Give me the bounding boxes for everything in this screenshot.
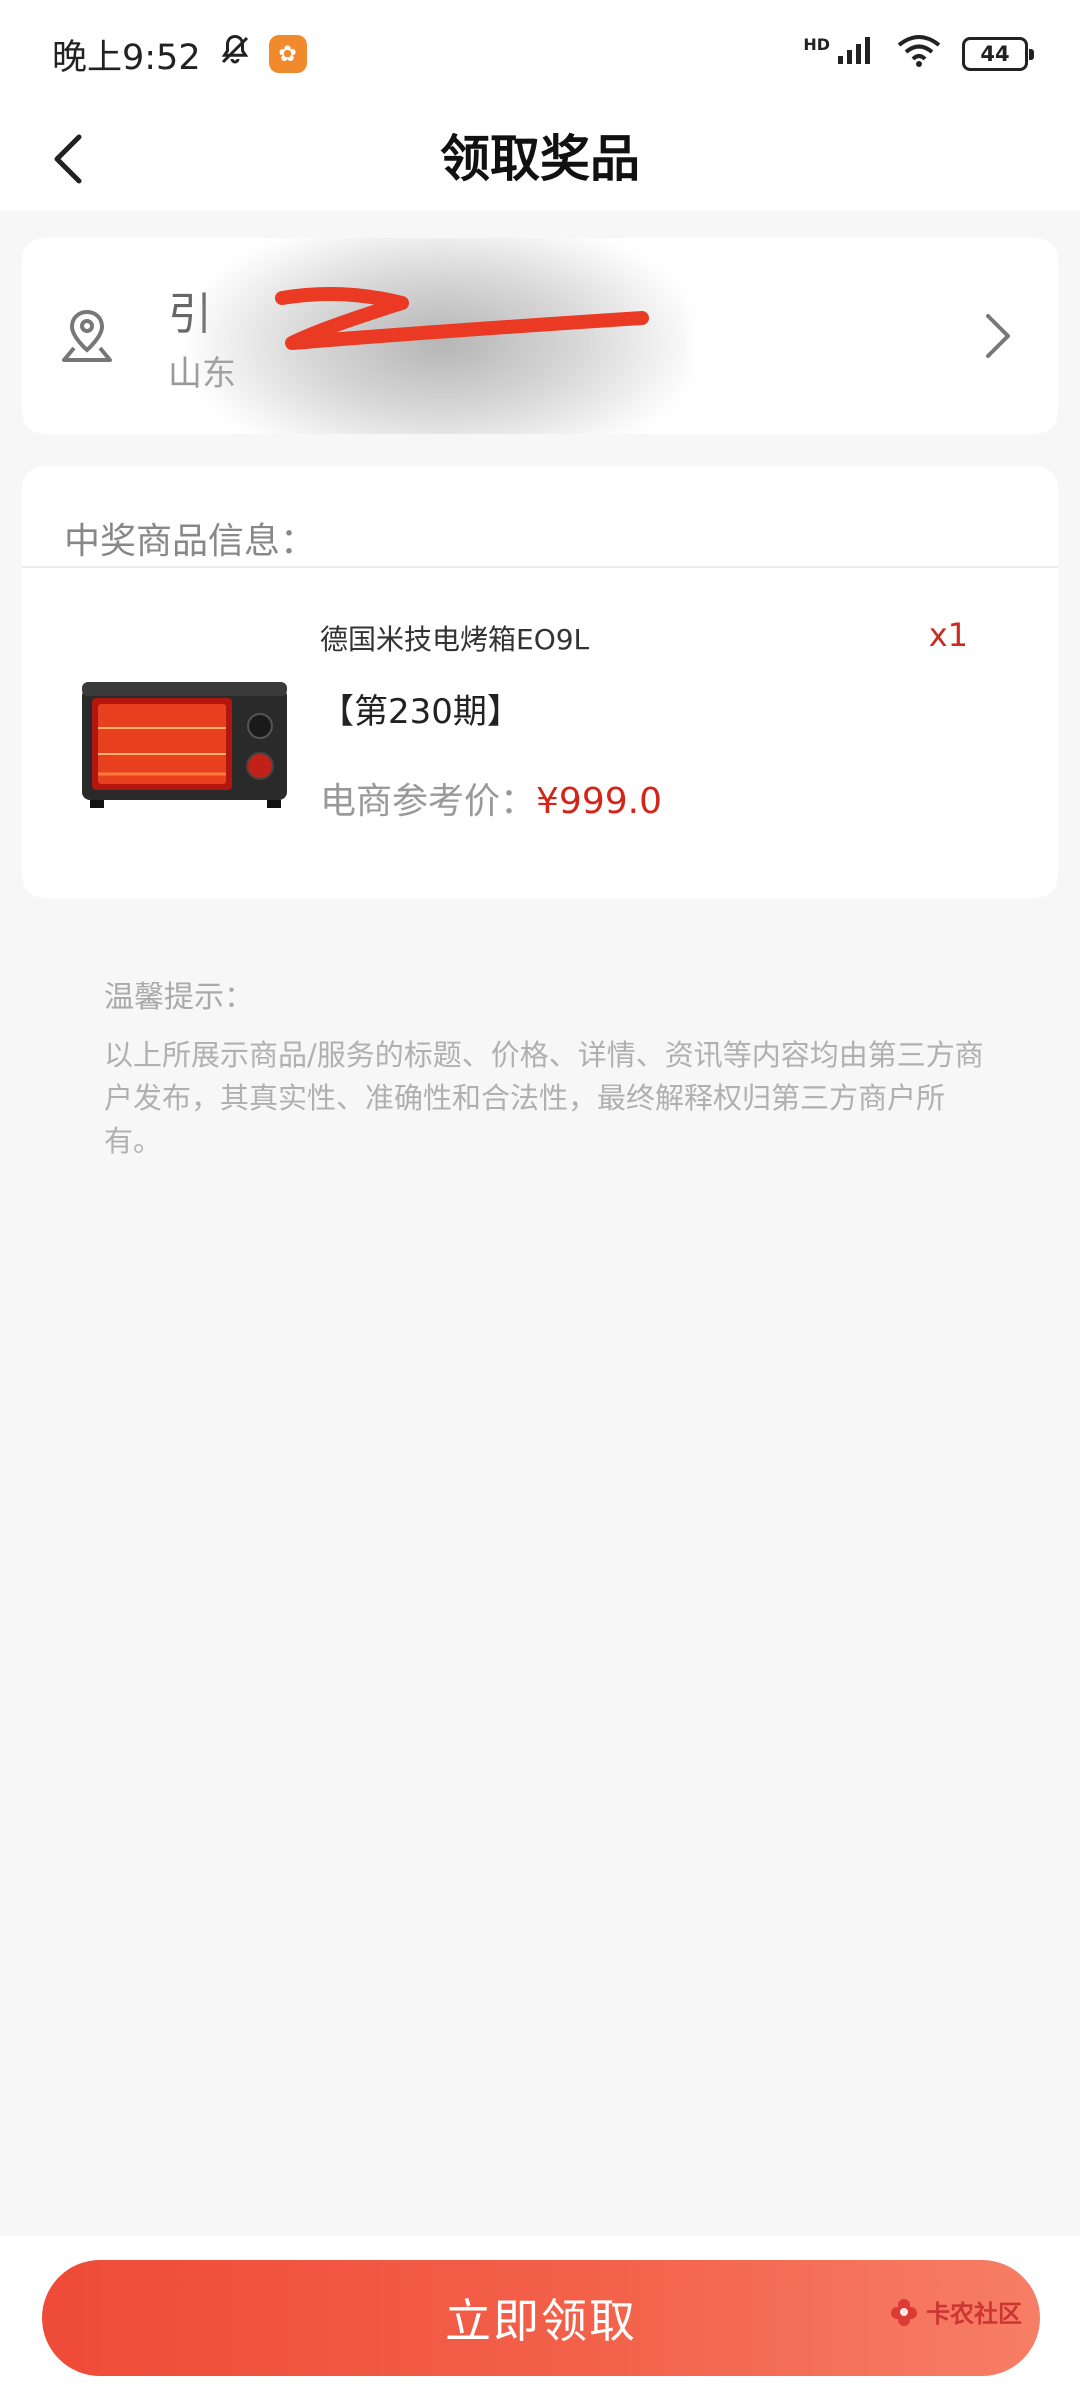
battery-indicator: 44 — [962, 37, 1034, 71]
chevron-left-icon — [54, 134, 82, 184]
price-label: 电商参考价： — [320, 781, 537, 822]
notice-text: 以上所展示商品/服务的标题、价格、详情、资讯等内容均由第三方商户发布，其真实性、… — [104, 1038, 984, 1158]
redaction-scribble — [275, 287, 649, 350]
product-image-oven — [82, 682, 287, 808]
status-left: 晚上9:52 ✿ — [52, 29, 307, 80]
prize-card: 中奖商品信息： 德国米技电烤箱EO9L x1 【第230期】 电商参考价： ¥9… — [22, 466, 1058, 898]
page-title: 领取奖品 — [440, 130, 640, 188]
product-period: 【第230期】 — [320, 692, 521, 732]
bell-muted-icon — [217, 32, 253, 77]
prize-section-header: 中奖商品信息： — [64, 521, 317, 562]
signal-icon — [836, 34, 876, 75]
location-pin-icon — [62, 309, 112, 362]
wifi-icon — [896, 33, 942, 76]
address-card[interactable]: 引 山东 — [22, 238, 1058, 434]
nav-bar: 领取奖品 — [0, 108, 1080, 210]
status-time: 晚上9:52 — [52, 37, 201, 78]
status-bar: 晚上9:52 ✿ HD 44 — [0, 0, 1080, 108]
divider — [22, 566, 1058, 568]
bottom-bar: 立即领取 卡农社区 — [0, 2236, 1080, 2400]
product-name: 德国米技电烤箱EO9L — [320, 623, 590, 656]
notice-title: 温馨提示： — [104, 980, 254, 1015]
price-row: 电商参考价： ¥999.0 — [320, 772, 662, 824]
flower-logo-icon — [891, 2298, 917, 2326]
hd-label: HD — [803, 34, 830, 54]
price-value: ¥999.0 — [536, 781, 662, 822]
watermark-text: 卡农社区 — [926, 2300, 1022, 2328]
product-quantity: x1 — [928, 616, 968, 654]
app-notification-icon: ✿ — [268, 35, 307, 73]
back-button[interactable] — [36, 126, 102, 192]
status-right: HD 44 — [803, 33, 1034, 76]
watermark: 卡农社区 — [888, 2294, 1022, 2329]
chevron-right-icon — [986, 314, 1010, 358]
